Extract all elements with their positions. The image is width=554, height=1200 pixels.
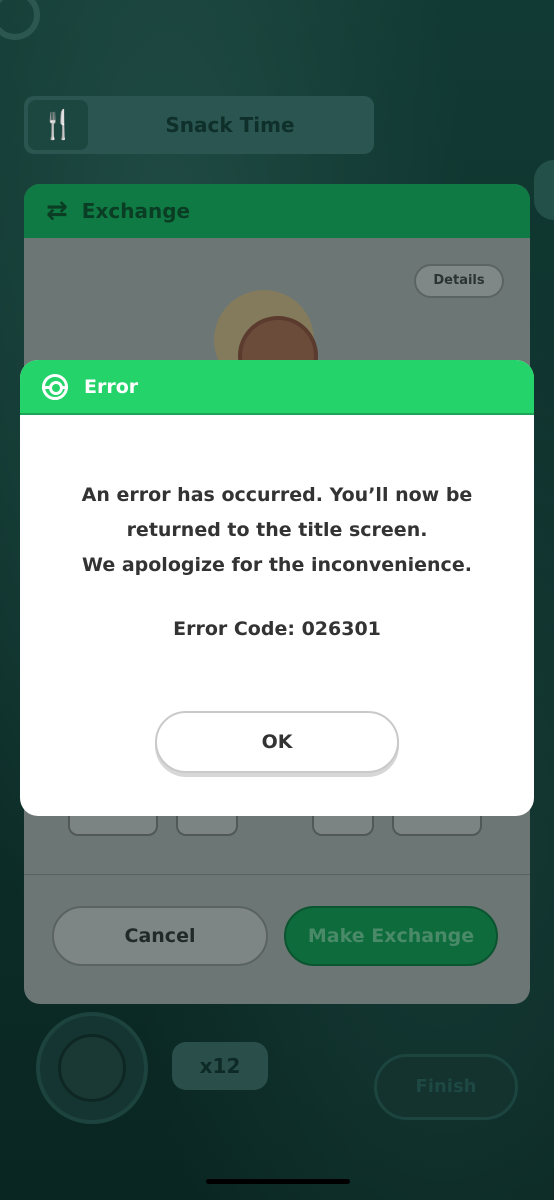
exchange-header: ⇄ Exchange xyxy=(24,184,530,238)
exchange-title: Exchange xyxy=(81,199,191,223)
error-dialog-header: Error xyxy=(20,360,534,413)
divider xyxy=(24,874,530,875)
utensils-icon: 🍴 xyxy=(28,100,88,150)
ok-button[interactable]: OK xyxy=(155,711,399,773)
pokeball-button[interactable] xyxy=(58,1034,126,1102)
header-divider xyxy=(20,413,534,415)
pokeball-icon xyxy=(42,373,68,400)
finish-button[interactable]: Finish xyxy=(374,1054,518,1120)
error-message-line: We apologize for the inconvenience. xyxy=(82,554,472,576)
error-dialog-title: Error xyxy=(84,375,139,398)
error-message-line: returned to the title screen. xyxy=(126,519,428,541)
cancel-button[interactable]: Cancel xyxy=(52,906,268,966)
error-code: Error Code: 026301 xyxy=(173,618,381,640)
error-message-line: An error has occurred. You’ll now be xyxy=(81,484,473,506)
make-exchange-button[interactable]: Make Exchange xyxy=(284,906,498,966)
decorative-tab xyxy=(534,160,554,220)
details-button[interactable]: Details xyxy=(414,264,504,298)
snack-time-label: Snack Time xyxy=(165,113,295,137)
ball-count-badge: x12 xyxy=(172,1042,268,1090)
exchange-icon: ⇄ xyxy=(46,196,68,226)
error-message: An error has occurred. You’ll now be ret… xyxy=(40,478,514,583)
home-indicator[interactable] xyxy=(206,1179,350,1184)
error-dialog: Error An error has occurred. You’ll now … xyxy=(20,360,534,816)
